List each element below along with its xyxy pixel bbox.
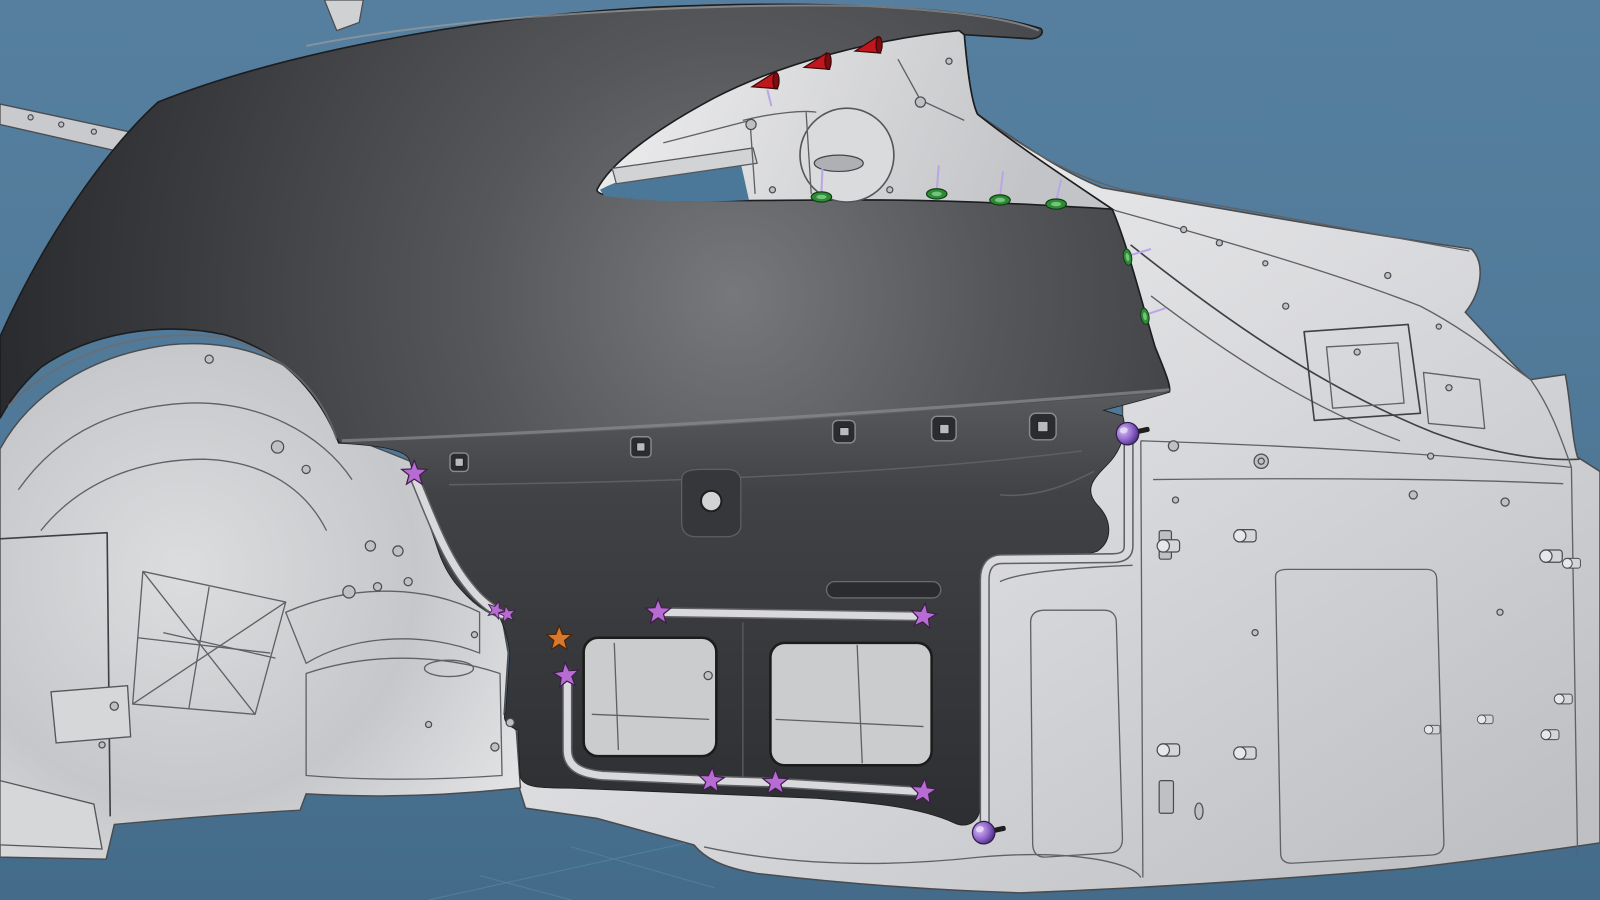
structure-hole: [886, 186, 894, 194]
ring-marker-icon[interactable]: [810, 191, 833, 203]
clip-hole-inner: [839, 427, 850, 437]
structure-hole: [914, 96, 927, 108]
weld-stud: [1233, 746, 1257, 760]
bracket-slot: [825, 580, 942, 599]
bracket-opening-right: [769, 641, 933, 767]
weld-stud: [1233, 528, 1257, 543]
body-hole: [1180, 225, 1188, 234]
weld-stud: [1156, 743, 1181, 757]
body-hole: [1384, 271, 1392, 280]
weld-stud: [1561, 557, 1581, 569]
clip-hole-inner: [636, 442, 646, 452]
wheelhouse-hole: [424, 720, 433, 729]
weld-stud: [1539, 549, 1563, 563]
body-hole: [1496, 608, 1504, 616]
wheelhouse-hole: [301, 464, 311, 475]
ring-marker-icon[interactable]: [989, 194, 1011, 206]
clip-hole-inner: [1037, 421, 1049, 433]
body-hole: [1171, 496, 1180, 504]
bracket-opening-left: [582, 636, 718, 758]
wheelhouse-hole: [392, 545, 404, 557]
opening-hole: [703, 670, 713, 681]
weld-stud: [1156, 539, 1181, 553]
wheelhouse-hole: [98, 741, 106, 749]
weld-stud: [1540, 729, 1560, 741]
body-hole: [1445, 384, 1453, 392]
body-hole: [1262, 260, 1269, 267]
cad-3d-viewport[interactable]: [0, 0, 1600, 900]
body-slot: [1158, 780, 1175, 814]
wheelhouse-hole: [342, 585, 356, 599]
round-hole: [700, 489, 723, 513]
body-hole: [1282, 302, 1290, 310]
body-hole: [1215, 239, 1224, 247]
body-hole: [1257, 457, 1265, 465]
rail-hole: [90, 128, 98, 135]
clip-hole-inner: [454, 457, 464, 467]
wheelhouse-hole: [204, 354, 214, 364]
body-hole: [1167, 440, 1180, 452]
structure-hole: [768, 186, 777, 194]
body-hole: [1353, 348, 1361, 356]
rail-hole: [58, 121, 65, 128]
wheelhouse-hole: [364, 540, 377, 552]
bracket-notch-hole: [505, 717, 515, 728]
wheelhouse-hole: [403, 576, 413, 587]
wheelhouse-hole: [470, 631, 479, 639]
clip-hole-inner: [939, 424, 950, 435]
structure-hole: [745, 118, 757, 131]
ring-marker-icon[interactable]: [1045, 198, 1067, 210]
wheelhouse-hole: [372, 582, 383, 592]
weld-stud: [1476, 714, 1494, 725]
body-hole: [1251, 628, 1259, 637]
weld-stud: [1423, 724, 1441, 735]
tape-segment: [654, 608, 928, 620]
wheelhouse-hole: [109, 701, 119, 711]
wheelhouse-hole: [490, 742, 500, 752]
ring-marker-icon[interactable]: [925, 188, 948, 200]
body-hole: [1500, 497, 1510, 507]
wheelhouse-bracket: [50, 684, 132, 744]
body-hole: [1426, 452, 1435, 460]
ring-pin: [820, 168, 824, 194]
rail-hole: [27, 114, 34, 121]
wheelhouse-hole: [270, 440, 285, 454]
body-hole: [1408, 490, 1418, 500]
body-hole: [1435, 323, 1442, 330]
body-hole: [1194, 802, 1204, 821]
structure-hole: [945, 57, 953, 65]
weld-stud: [1553, 693, 1573, 705]
